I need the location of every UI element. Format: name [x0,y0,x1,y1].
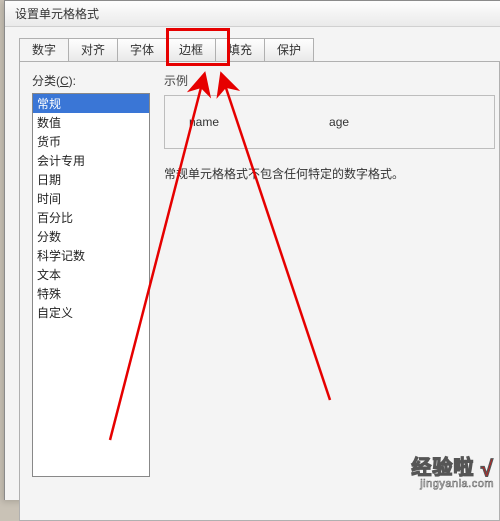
category-label-pre: 分类( [32,74,60,88]
tab-number[interactable]: 数字 [19,38,69,62]
list-item[interactable]: 特殊 [33,284,149,303]
tab-alignment[interactable]: 对齐 [68,38,118,62]
preview-label: 示例 [164,72,495,89]
preview-col1: name [189,115,219,129]
list-item[interactable]: 常规 [33,94,149,113]
category-label-post: ): [69,74,76,88]
tab-panel-number: 分类(C): 常规 数值 货币 会计专用 日期 时间 百分比 分数 科学记数 文… [19,61,500,521]
list-item[interactable]: 分数 [33,227,149,246]
category-listbox[interactable]: 常规 数值 货币 会计专用 日期 时间 百分比 分数 科学记数 文本 特殊 自定… [32,93,150,477]
preview-col2: age [329,115,349,129]
list-item[interactable]: 科学记数 [33,246,149,265]
list-item[interactable]: 时间 [33,189,149,208]
format-description: 常规单元格格式不包含任何特定的数字格式。 [164,165,495,182]
list-item[interactable]: 会计专用 [33,151,149,170]
list-item[interactable]: 日期 [33,170,149,189]
right-pane: 示例 name age 常规单元格格式不包含任何特定的数字格式。 [164,72,495,182]
tab-border[interactable]: 边框 [166,38,216,62]
tabstrip: 数字 对齐 字体 边框 填充 保护 [19,37,500,61]
list-item[interactable]: 文本 [33,265,149,284]
tab-font[interactable]: 字体 [117,38,167,62]
dialog-title: 设置单元格格式 [5,1,500,27]
tab-container: 数字 对齐 字体 边框 填充 保护 分类(C): 常规 数值 货币 会计专用 日… [19,37,500,61]
list-item[interactable]: 货币 [33,132,149,151]
tab-protection[interactable]: 保护 [264,38,314,62]
category-label-key: C [60,74,69,88]
list-item[interactable]: 自定义 [33,303,149,322]
format-cells-dialog: 设置单元格格式 数字 对齐 字体 边框 填充 保护 分类(C): 常规 数值 货… [4,0,500,500]
list-item[interactable]: 百分比 [33,208,149,227]
tab-fill[interactable]: 填充 [215,38,265,62]
preview-box: name age [164,95,495,149]
list-item[interactable]: 数值 [33,113,149,132]
